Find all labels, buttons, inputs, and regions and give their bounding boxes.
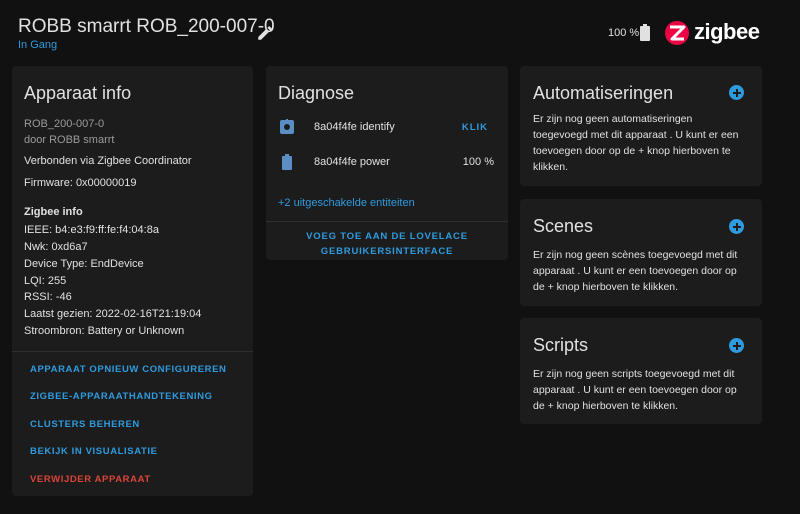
firmware-info: Firmware: 0x00000019 <box>24 177 137 189</box>
scenes-card: Scenes Er zijn nog geen scènes toegevoeg… <box>520 199 762 306</box>
add-to-lovelace-line2: GEBRUIKERSINTERFACE <box>320 246 454 257</box>
entity-name: 8a04f4fe power <box>314 156 390 168</box>
nwk-address: Nwk: 0xd6a7 <box>24 241 88 253</box>
zigbee-signature-button[interactable]: ZIGBEE-APPARAATHANDTEKENING <box>30 391 213 402</box>
divider <box>12 351 253 352</box>
add-to-lovelace-line1: VOEG TOE AAN DE LOVELACE <box>306 231 468 242</box>
card-title: Diagnose <box>278 83 355 103</box>
device-title: ROBB smarrt ROB_200-007-0 <box>18 16 275 37</box>
device-manufacturer: door ROBB smarrt <box>24 134 115 146</box>
zigbee-info-heading: Zigbee info <box>24 206 83 218</box>
identify-button[interactable]: KLIK <box>462 122 488 133</box>
pencil-icon <box>258 26 272 40</box>
empty-state-text: Er zijn nog geen automatiseringen toegev… <box>533 113 739 173</box>
ieee-address: IEEE: b4:e3:f9:ff:fe:f4:04:8a <box>24 224 159 236</box>
edit-name-button[interactable] <box>256 24 274 42</box>
zigbee-logo-mark-icon <box>665 21 689 45</box>
card-title: Scenes <box>533 216 594 236</box>
device-info-card: Apparaat info ROB_200-007-0 door ROBB sm… <box>12 66 253 496</box>
scripts-card: Scripts Er zijn nog geen scripts toegevo… <box>520 318 762 424</box>
add-to-lovelace-button[interactable]: VOEG TOE AAN DE LOVELACE GEBRUIKERSINTER… <box>266 229 508 259</box>
empty-state-text: Er zijn nog geen scènes toegevoegd met d… <box>533 249 738 293</box>
rssi-value: RSSI: -46 <box>24 291 72 303</box>
card-title: Automatiseringen <box>533 83 674 103</box>
battery-icon <box>282 154 292 170</box>
disabled-entities-link[interactable]: +2 uitgeschakelde entiteiten <box>278 197 415 209</box>
zigbee-logo-text: zigbee <box>694 19 760 44</box>
battery-icon <box>640 24 650 41</box>
lqi-value: LQI: 255 <box>24 275 67 287</box>
view-visualization-button[interactable]: BEKIJK IN VISUALISATIE <box>30 446 158 457</box>
add-automation-button[interactable] <box>729 85 744 100</box>
diagnostics-card: Diagnose 8a04f4fe identify KLIK 8a04f4fe… <box>266 66 508 260</box>
card-title: Scripts <box>533 335 589 355</box>
device-model: ROB_200-007-0 <box>24 118 105 130</box>
reconfigure-device-button[interactable]: APPARAAT OPNIEUW CONFIGUREREN <box>30 364 227 375</box>
add-script-button[interactable] <box>729 338 744 353</box>
device-type: Device Type: EndDevice <box>24 258 144 270</box>
last-seen: Laatst gezien: 2022-02-16T21:19:04 <box>24 308 202 320</box>
battery-level: 100 % <box>608 27 640 39</box>
divider <box>266 221 508 222</box>
connection-info: Verbonden via Zigbee Coordinator <box>24 155 192 167</box>
automations-card: Automatiseringen Er zijn nog geen automa… <box>520 66 762 186</box>
delete-device-button[interactable]: VERWIJDER APPARAAT <box>30 474 151 485</box>
identify-icon <box>280 119 294 134</box>
card-title: Apparaat info <box>24 83 132 103</box>
entity-name: 8a04f4fe identify <box>314 121 395 133</box>
page-header: ROBB smarrt ROB_200-007-0 In Gang 100 % … <box>0 0 800 60</box>
empty-state-text: Er zijn nog geen scripts toegevoegd met … <box>533 368 737 412</box>
add-scene-button[interactable] <box>729 219 744 234</box>
entity-value: 100 % <box>462 156 494 168</box>
device-status: In Gang <box>18 39 58 51</box>
manage-clusters-button[interactable]: CLUSTERS BEHEREN <box>30 419 140 430</box>
power-source: Stroombron: Battery or Unknown <box>24 325 185 337</box>
zigbee-logo: zigbee <box>664 18 774 48</box>
